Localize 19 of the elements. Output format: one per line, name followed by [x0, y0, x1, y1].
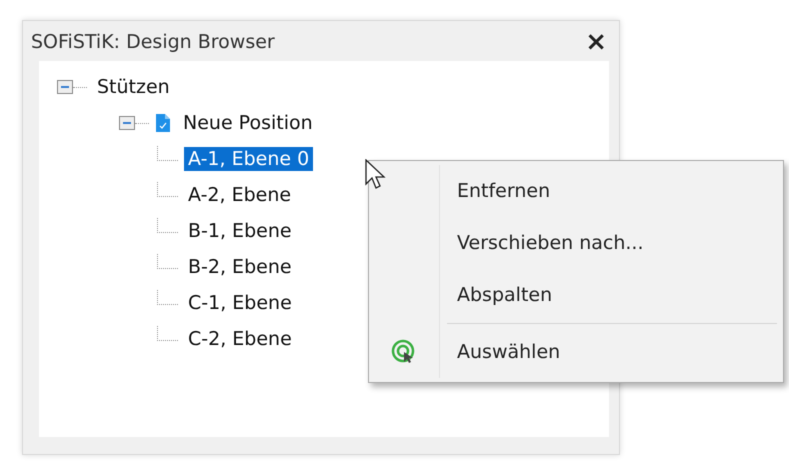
menu-item[interactable]: Auswählen [369, 326, 783, 378]
tree-item[interactable]: C-2, Ebene [184, 327, 296, 351]
target-icon [391, 339, 417, 365]
close-button[interactable]: × [583, 29, 609, 55]
menu-item[interactable]: Abspalten [369, 269, 783, 321]
collapse-toggle[interactable] [57, 80, 73, 94]
tree-item[interactable]: B-1, Ebene [184, 219, 296, 243]
tree-item[interactable]: C-1, Ebene [184, 291, 296, 315]
menu-item[interactable]: Verschieben nach... [369, 217, 783, 269]
window-title: SOFiSTiK: Design Browser [31, 31, 275, 53]
tree-item[interactable]: A-1, Ebene 0 [184, 147, 314, 171]
collapse-toggle[interactable] [119, 116, 135, 130]
document-icon [155, 113, 171, 133]
tree-item[interactable]: Stützen [93, 75, 174, 99]
menu-item[interactable]: Entfernen [369, 165, 783, 217]
tree-item[interactable]: B-2, Ebene [184, 255, 296, 279]
cursor-icon [365, 159, 387, 191]
tree-item[interactable]: Neue Position [179, 111, 317, 135]
tree-item[interactable]: A-2, Ebene [184, 183, 296, 207]
